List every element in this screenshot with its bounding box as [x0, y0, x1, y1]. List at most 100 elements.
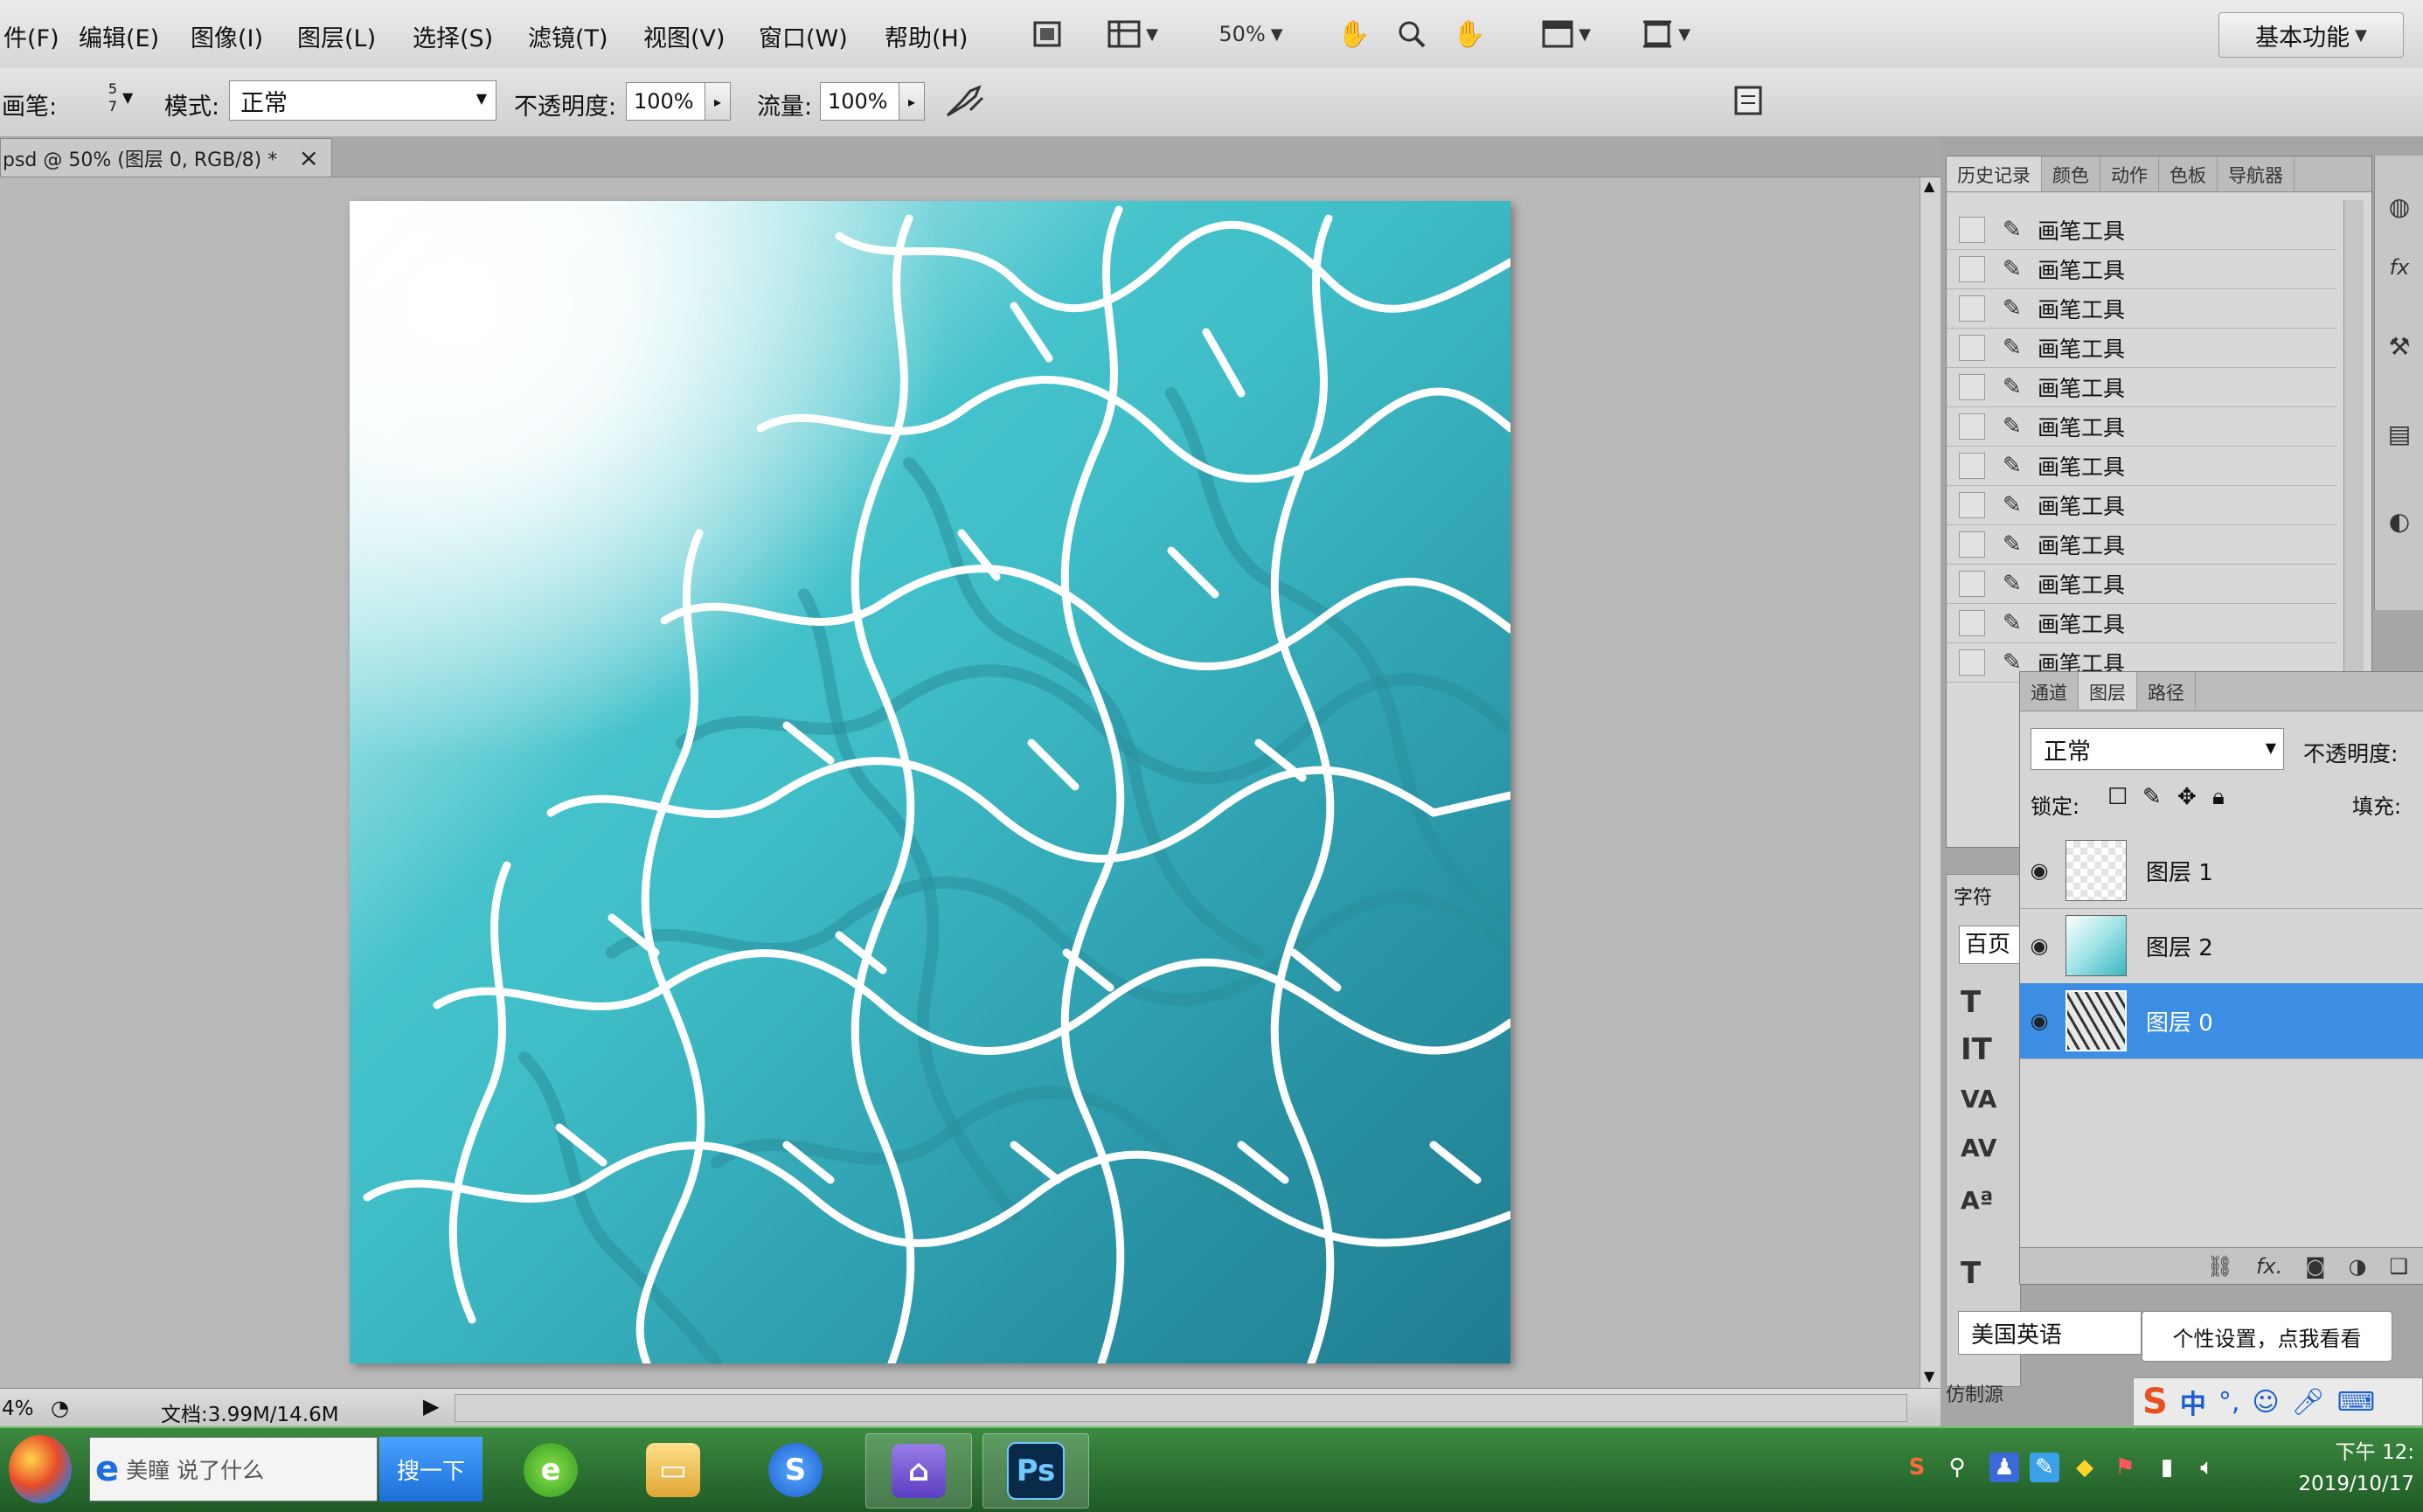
taskbar-search-button[interactable]: 搜一下	[379, 1437, 483, 1502]
history-item[interactable]: ✎ 画笔工具	[1947, 447, 2336, 486]
canvas-vertical-scrollbar[interactable]: ▲ ▼	[1920, 177, 1941, 1388]
tab-color[interactable]: 颜色	[2042, 156, 2100, 191]
tray-edit-icon[interactable]: ✎	[2030, 1453, 2059, 1482]
sogou-logo-icon[interactable]: S	[2142, 1382, 2168, 1422]
start-button[interactable]	[9, 1435, 72, 1503]
history-item[interactable]: ✎ 画笔工具	[1947, 250, 2336, 289]
language-field[interactable]: 美国英语	[1958, 1311, 2142, 1355]
tray-network-icon[interactable]: ⚲	[1942, 1453, 1972, 1482]
histogram-icon[interactable]: ▤	[2384, 418, 2415, 449]
opacity-slider-toggle[interactable]: ▸	[705, 82, 731, 121]
screen-mode-button[interactable]: ▼	[1631, 16, 1701, 52]
punctuation-icon[interactable]: °,	[2218, 1387, 2240, 1418]
fx-icon[interactable]: fx.	[2256, 1254, 2282, 1279]
taskbar-app-browser[interactable]: e	[498, 1433, 603, 1507]
flow-input[interactable]: 100%	[820, 82, 900, 121]
tray-alert-icon[interactable]: ⚑	[2110, 1453, 2140, 1482]
flow-slider-toggle[interactable]: ▸	[899, 82, 925, 121]
airbrush-icon[interactable]	[944, 84, 988, 121]
history-snapshot-checkbox[interactable]	[1959, 649, 1985, 676]
menu-window[interactable]: 窗口(W)	[759, 19, 848, 53]
masks-icon[interactable]: ◐	[2384, 505, 2415, 537]
zoom-tool-icon[interactable]	[1392, 16, 1432, 52]
tray-security-icon[interactable]: ◆	[2070, 1453, 2100, 1482]
view-extras-button[interactable]: ▼	[1098, 16, 1168, 52]
ime-tooltip[interactable]: 个性设置，点我看看	[2142, 1311, 2392, 1362]
font-family-field[interactable]: 百页	[1959, 926, 2020, 964]
history-snapshot-checkbox[interactable]	[1959, 413, 1985, 440]
taskbar-app-sogou[interactable]: S	[743, 1433, 848, 1507]
tab-channels[interactable]: 通道	[2020, 672, 2079, 709]
lock-all-icon[interactable]: 🔒︎	[2212, 784, 2225, 811]
tab-character[interactable]: 字符	[1954, 882, 1992, 910]
tab-navigator[interactable]: 导航器	[2218, 156, 2295, 191]
menu-filter[interactable]: 滤镜(T)	[528, 19, 608, 53]
taskbar-app-photoshop[interactable]: Ps	[982, 1433, 1089, 1509]
blend-mode-select[interactable]: 正常 ▼	[229, 80, 496, 121]
lock-pixels-icon[interactable]: ✎	[2142, 784, 2162, 810]
tab-layers[interactable]: 图层	[2079, 672, 2137, 709]
history-snapshot-checkbox[interactable]	[1959, 492, 1985, 518]
history-item[interactable]: ✎ 画笔工具	[1947, 604, 2336, 643]
tab-history[interactable]: 历史记录	[1947, 156, 2042, 191]
history-snapshot-checkbox[interactable]	[1959, 256, 1985, 282]
keyboard-icon[interactable]: ⌨	[2337, 1387, 2375, 1418]
history-snapshot-checkbox[interactable]	[1959, 335, 1985, 361]
history-snapshot-checkbox[interactable]	[1959, 571, 1985, 597]
styles-icon[interactable]: fx	[2384, 252, 2415, 283]
layer-row[interactable]: ◉ 图层 2	[2020, 908, 2423, 984]
taskbar-app-explorer[interactable]: ▭	[621, 1433, 726, 1507]
rotate-view-icon[interactable]: ✋	[1449, 16, 1489, 52]
history-item[interactable]: ✎ 画笔工具	[1947, 368, 2336, 407]
history-snapshot-checkbox[interactable]	[1959, 295, 1985, 322]
adjustment-icon[interactable]: ◑	[2349, 1254, 2367, 1279]
opacity-input[interactable]: 100%	[626, 82, 706, 121]
tray-sogou-icon[interactable]: S	[1902, 1453, 1932, 1482]
scroll-down-icon[interactable]: ▼	[1924, 1368, 1934, 1384]
history-item[interactable]: ✎ 画笔工具	[1947, 289, 2336, 329]
mask-icon[interactable]: ◙	[2305, 1254, 2325, 1279]
adjustments-icon[interactable]: ⚒	[2384, 330, 2415, 362]
menu-layer[interactable]: 图层(L)	[297, 19, 376, 53]
emoji-icon[interactable]: ☺	[2252, 1387, 2279, 1418]
tray-signal-icon[interactable]: ▮	[2152, 1453, 2182, 1482]
scroll-up-icon[interactable]: ▲	[1924, 177, 1934, 194]
tray-app-icon[interactable]: ♟	[1989, 1453, 2019, 1482]
brush-preset-picker[interactable]: 5 7	[82, 80, 143, 124]
taskbar-clock[interactable]: 下午 12: 2019/10/17	[2266, 1437, 2414, 1500]
lock-transparent-icon[interactable]: ☐	[2107, 784, 2128, 810]
menu-edit[interactable]: 编辑(E)	[79, 19, 159, 53]
history-snapshot-checkbox[interactable]	[1959, 217, 1985, 243]
palette-icon[interactable]: ◍	[2384, 191, 2415, 222]
history-snapshot-checkbox[interactable]	[1959, 453, 1985, 479]
lock-position-icon[interactable]: ✥	[2177, 784, 2197, 810]
menu-select[interactable]: 选择(S)	[413, 19, 493, 53]
taskbar-search-input[interactable]: e 美瞳 说了什么	[89, 1437, 378, 1502]
history-item[interactable]: ✎ 画笔工具	[1947, 211, 2336, 250]
brush-panel-toggle-icon[interactable]	[1732, 84, 1767, 121]
history-item[interactable]: ✎ 画笔工具	[1947, 565, 2336, 604]
menu-file[interactable]: 件(F)	[3, 19, 59, 53]
link-icon[interactable]: ⛓	[2206, 1254, 2232, 1279]
layer-blend-mode-select[interactable]: 正常 ▼	[2031, 728, 2284, 770]
status-zoom[interactable]: 4%	[2, 1398, 34, 1420]
document-tab[interactable]: psd @ 50% (图层 0, RGB/8) * ×	[0, 138, 332, 177]
history-item[interactable]: ✎ 画笔工具	[1947, 329, 2336, 368]
new-layer-icon[interactable]: ❑	[2389, 1254, 2408, 1279]
tab-swatches[interactable]: 色板	[2159, 156, 2218, 191]
canvas-horizontal-scrollbar[interactable]	[455, 1394, 1907, 1422]
tray-volume-icon[interactable]: 🔈︎	[2192, 1453, 2222, 1482]
menu-view[interactable]: 视图(V)	[643, 19, 726, 53]
artwork-canvas[interactable]	[350, 201, 1510, 1363]
layer-row[interactable]: ◉ 图层 1	[2020, 833, 2423, 909]
history-item[interactable]: ✎ 画笔工具	[1947, 486, 2336, 525]
menu-image[interactable]: 图像(I)	[191, 19, 263, 53]
hand-tool-icon[interactable]: ✋	[1334, 16, 1374, 52]
faux-bold-icon[interactable]: T	[1961, 1256, 1981, 1291]
history-snapshot-checkbox[interactable]	[1959, 374, 1985, 400]
status-info-icon[interactable]: ◔	[51, 1396, 69, 1420]
chevron-down-icon[interactable]: ▼	[122, 89, 133, 106]
layer-row-selected[interactable]: ◉ 图层 0	[2020, 983, 2423, 1059]
zoom-level-dropdown[interactable]: 50% ▼	[1203, 16, 1299, 52]
visibility-eye-icon[interactable]: ◉	[2020, 1009, 2059, 1033]
